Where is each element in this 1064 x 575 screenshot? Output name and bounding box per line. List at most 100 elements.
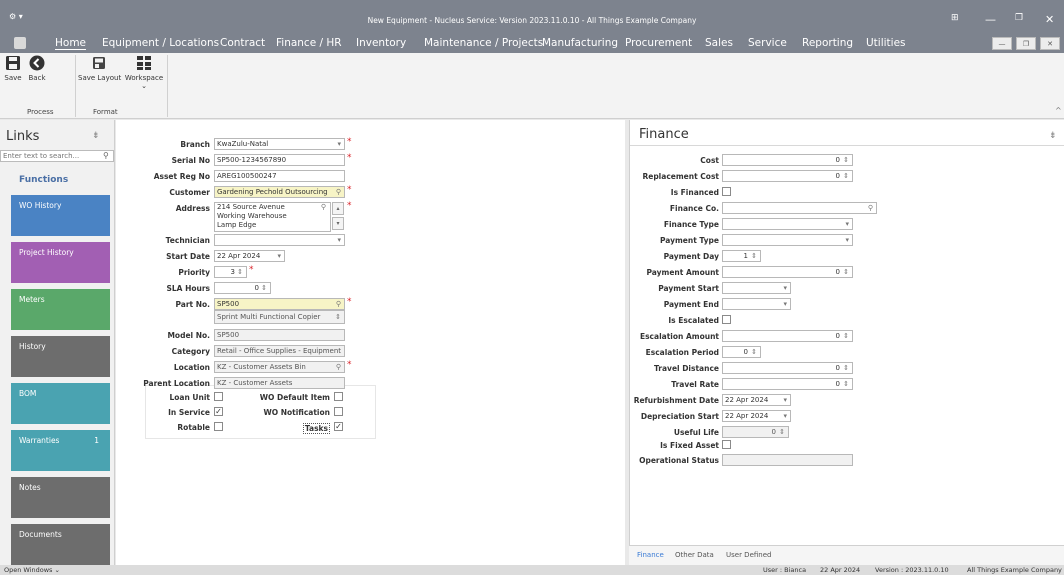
save-layout-button[interactable]: Save Layout — [78, 55, 121, 82]
sla-hours-stepper[interactable]: 0 ⇕ — [214, 282, 271, 294]
tile-project-history[interactable]: Project History — [11, 242, 110, 283]
location-field[interactable]: KZ - Customer Assets Bin ⚲ — [214, 361, 345, 373]
finance-type-select[interactable]: ▾ — [722, 218, 853, 230]
menu-inventory[interactable]: Inventory — [356, 37, 406, 49]
priority-stepper[interactable]: 3 ⇕ — [214, 266, 247, 278]
menu-equipment-locations[interactable]: Equipment / Locations — [102, 37, 219, 49]
pin-icon[interactable]: ⇟ — [1049, 131, 1057, 141]
search-icon[interactable]: ⚲ — [336, 187, 341, 197]
workspace-button[interactable]: Workspace ⌄ — [123, 55, 165, 90]
spin-icon[interactable]: ⇕ — [843, 267, 849, 277]
serial-no-field[interactable]: SP500-1234567890 — [214, 154, 345, 166]
minimize-button[interactable]: — — [985, 13, 996, 26]
spin-icon[interactable]: ⇕ — [843, 379, 849, 389]
category-label: Category — [171, 347, 210, 356]
menu-maintenance-projects[interactable]: Maintenance / Projects — [424, 37, 543, 49]
links-search-input[interactable] — [0, 150, 114, 162]
spin-icon[interactable]: ⇕ — [843, 331, 849, 341]
technician-select[interactable]: ▾ — [214, 234, 345, 246]
save-button[interactable]: Save — [4, 55, 22, 82]
search-icon[interactable]: ⚲ — [868, 203, 873, 213]
payment-start-field[interactable]: ▾ — [722, 282, 791, 294]
spin-icon[interactable]: ⇕ — [843, 155, 849, 165]
tab-finance[interactable]: Finance — [637, 551, 664, 559]
wo-notification-checkbox[interactable] — [334, 407, 343, 416]
menu-utilities[interactable]: Utilities — [866, 37, 906, 49]
doc-close-button[interactable]: ✕ — [1040, 37, 1060, 50]
spin-icon[interactable]: ⇕ — [237, 267, 243, 277]
tile-history[interactable]: History — [11, 336, 110, 377]
payment-day-stepper[interactable]: 1 ⇕ — [722, 250, 761, 262]
finance-co-field[interactable]: ⚲ — [722, 202, 877, 214]
spin-icon[interactable]: ⇕ — [779, 427, 785, 437]
wo-default-item-checkbox[interactable] — [334, 392, 343, 401]
part-no-field[interactable]: SP500 ⚲ — [214, 298, 345, 310]
menu-procurement[interactable]: Procurement — [625, 37, 692, 49]
spin-icon[interactable]: ⇕ — [261, 283, 267, 293]
doc-minimize-button[interactable]: — — [992, 37, 1012, 50]
pin-icon[interactable]: ⇟ — [92, 131, 100, 141]
travel-distance-field[interactable]: 0 ⇕ — [722, 362, 853, 374]
restore-button[interactable]: ❐ — [1015, 13, 1023, 23]
collapse-ribbon-icon[interactable]: ^ — [1055, 106, 1062, 115]
search-icon[interactable]: ⚲ — [103, 151, 109, 160]
loan-unit-checkbox[interactable] — [214, 392, 223, 401]
menu-service[interactable]: Service — [748, 37, 787, 49]
tab-user-defined[interactable]: User Defined — [726, 551, 771, 559]
customer-field[interactable]: Gardening Pechold Outsourcing ⚲ — [214, 186, 345, 198]
tile-meters[interactable]: Meters — [11, 289, 110, 330]
menu-sales[interactable]: Sales — [705, 37, 733, 49]
tile-warranties[interactable]: Warranties 1 — [11, 430, 110, 471]
escalation-period-stepper[interactable]: 0 ⇕ — [722, 346, 761, 358]
depreciation-start-label: Depreciation Start — [640, 412, 719, 421]
tile-wo-history[interactable]: WO History — [11, 195, 110, 236]
payment-type-select[interactable]: ▾ — [722, 234, 853, 246]
payment-amount-field[interactable]: 0 ⇕ — [722, 266, 853, 278]
asset-reg-no-field[interactable]: AREG100500247 — [214, 170, 345, 182]
operational-status-field[interactable] — [722, 454, 853, 466]
escalation-amount-field[interactable]: 0 ⇕ — [722, 330, 853, 342]
search-icon[interactable]: ⚲ — [336, 362, 341, 372]
is-escalated-checkbox[interactable] — [722, 315, 731, 324]
menu-contract[interactable]: Contract — [220, 37, 265, 49]
refurbishment-date-field[interactable]: 22 Apr 2024 ▾ — [722, 394, 791, 406]
replacement-cost-field[interactable]: 0 ⇕ — [722, 170, 853, 182]
start-date-field[interactable]: 22 Apr 2024 ▾ — [214, 250, 285, 262]
is-financed-checkbox[interactable] — [722, 187, 731, 196]
menu-finance-hr[interactable]: Finance / HR — [276, 37, 342, 49]
cost-field[interactable]: 0 ⇕ — [722, 154, 853, 166]
menu-home[interactable]: Home — [55, 37, 87, 50]
doc-restore-button[interactable]: ❐ — [1016, 37, 1036, 50]
close-button[interactable]: ✕ — [1045, 13, 1054, 26]
menu-manufacturing[interactable]: Manufacturing — [542, 37, 618, 49]
search-icon[interactable]: ⚲ — [336, 299, 341, 309]
spin-icon[interactable]: ⇕ — [843, 363, 849, 373]
menu-reporting[interactable]: Reporting — [802, 37, 853, 49]
open-windows-button[interactable]: Open Windows ⌄ — [4, 566, 60, 574]
spin-icon[interactable]: ⇕ — [751, 251, 757, 261]
address-field[interactable]: 214 Source Avenue Working Warehouse Lamp… — [214, 202, 331, 232]
app-logo-icon[interactable] — [14, 37, 26, 49]
address-scroll-down[interactable]: ▾ — [332, 217, 344, 230]
spin-icon[interactable]: ⇕ — [843, 171, 849, 181]
tasks-checkbox[interactable]: ✓ — [334, 422, 343, 431]
layout-icon[interactable]: ⊞ — [951, 13, 959, 23]
tile-documents[interactable]: Documents — [11, 524, 110, 565]
search-icon[interactable]: ⚲ — [321, 203, 326, 212]
tile-bom[interactable]: BOM — [11, 383, 110, 424]
payment-end-field[interactable]: ▾ — [722, 298, 791, 310]
address-scroll-up[interactable]: ▴ — [332, 202, 344, 215]
spin-icon[interactable]: ⇕ — [751, 347, 757, 357]
travel-rate-field[interactable]: 0 ⇕ — [722, 378, 853, 390]
back-button[interactable]: Back — [26, 55, 48, 82]
is-fixed-asset-checkbox[interactable] — [722, 440, 731, 449]
depreciation-start-field[interactable]: 22 Apr 2024 ▾ — [722, 410, 791, 422]
in-service-checkbox[interactable]: ✓ — [214, 407, 223, 416]
part-description-field: Sprint Multi Functional Copier ⇕ — [214, 310, 345, 324]
rotable-checkbox[interactable] — [214, 422, 223, 431]
branch-select[interactable]: KwaZulu-Natal ▾ — [214, 138, 345, 150]
tab-other-data[interactable]: Other Data — [675, 551, 714, 559]
useful-life-field[interactable]: 0 ⇕ — [722, 426, 789, 438]
required-marker: * — [347, 360, 352, 370]
tile-notes[interactable]: Notes — [11, 477, 110, 518]
